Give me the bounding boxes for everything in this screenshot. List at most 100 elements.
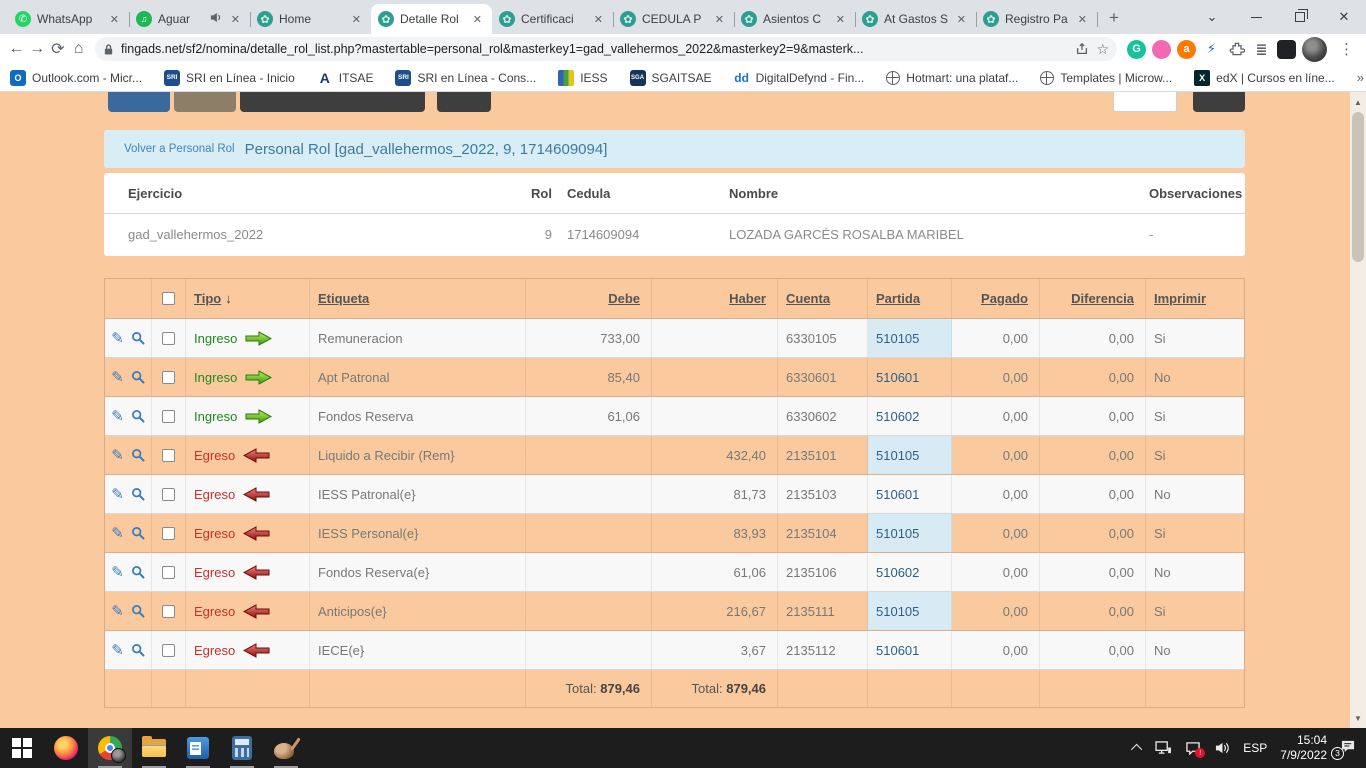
- profile-avatar[interactable]: [1302, 37, 1327, 62]
- tab-audio-icon[interactable]: [210, 10, 222, 28]
- tab-close-icon[interactable]: ✕: [107, 12, 122, 27]
- address-bar[interactable]: fingads.net/sf2/nomina/detalle_rol_list.…: [95, 37, 1117, 61]
- browser-tab-detalle-rol[interactable]: ✿Detalle Rol✕: [371, 4, 492, 34]
- forward-button[interactable]: →: [27, 37, 48, 62]
- dark-square-extension-icon[interactable]: [1277, 40, 1296, 59]
- view-magnifier-icon[interactable]: [131, 643, 145, 657]
- toolbar-dark-button[interactable]: [437, 92, 491, 112]
- view-magnifier-icon[interactable]: [131, 331, 145, 345]
- bookmark-itsae[interactable]: AITSAE: [317, 70, 374, 86]
- tab-search-chevron-icon[interactable]: ⌄: [1190, 0, 1234, 34]
- notification-icon[interactable]: 3: [1340, 739, 1356, 758]
- bookmark-iess[interactable]: IESS: [558, 70, 607, 86]
- taskbar-app-gimp[interactable]: [264, 728, 308, 768]
- reload-button[interactable]: ⟳: [48, 37, 69, 62]
- tab-close-icon[interactable]: ✕: [228, 12, 243, 27]
- bookmark-hotmart-una-plataf-[interactable]: Hotmart: una plataf...: [886, 71, 1018, 85]
- share-icon[interactable]: [1075, 42, 1089, 56]
- browser-tab-cedula-p[interactable]: ✿CEDULA P✕: [613, 4, 734, 34]
- sort-cuenta-link[interactable]: Cuenta: [786, 291, 830, 306]
- taskbar-app-file-explorer[interactable]: [132, 728, 176, 768]
- action-center-icon[interactable]: !: [1185, 741, 1201, 755]
- tab-close-icon[interactable]: ✕: [1075, 12, 1090, 27]
- browser-tab-at-gastos-s[interactable]: ✿At Gastos S✕: [855, 4, 976, 34]
- view-magnifier-icon[interactable]: [131, 370, 145, 384]
- edit-pencil-icon[interactable]: ✎: [111, 565, 124, 580]
- bookmark-sri-en-l-nea-inicio[interactable]: SRISRI en Línea - Inicio: [164, 70, 295, 86]
- back-button[interactable]: ←: [6, 37, 27, 62]
- scroll-up-arrow[interactable]: ▲: [1350, 94, 1366, 110]
- sort-diferencia-link[interactable]: Diferencia: [1071, 291, 1134, 306]
- bookmark-outlook-com-micr-[interactable]: OOutlook.com - Micr...: [10, 70, 142, 86]
- bookmark-digitaldefynd-fin-[interactable]: ddDigitalDefynd - Fin...: [734, 70, 865, 86]
- sort-partida-link[interactable]: Partida: [876, 291, 920, 306]
- language-indicator[interactable]: ESP: [1243, 741, 1267, 755]
- toolbar-dark-wide-button[interactable]: [240, 92, 425, 112]
- edit-pencil-icon[interactable]: ✎: [111, 487, 124, 502]
- avast-extension-icon[interactable]: a: [1177, 40, 1196, 59]
- bookmarks-overflow-icon[interactable]: »: [1357, 70, 1364, 85]
- taskbar-app-document-app[interactable]: [176, 728, 220, 768]
- browser-tab-certificaci[interactable]: ✿Certificaci✕: [492, 4, 613, 34]
- grammarly-extension-icon[interactable]: G: [1127, 40, 1146, 59]
- row-checkbox[interactable]: [162, 605, 175, 618]
- browser-tab-registro-pa[interactable]: ✿Registro Pa✕: [976, 4, 1097, 34]
- blue-extension-icon[interactable]: ⚡: [1202, 40, 1221, 59]
- edit-pencil-icon[interactable]: ✎: [111, 331, 124, 346]
- toolbar-tan-button[interactable]: [174, 92, 236, 112]
- tab-close-icon[interactable]: ✕: [954, 12, 969, 27]
- media-list-icon[interactable]: ≣: [1252, 40, 1271, 59]
- row-checkbox[interactable]: [162, 371, 175, 384]
- row-checkbox[interactable]: [162, 449, 175, 462]
- edit-pencil-icon[interactable]: ✎: [111, 370, 124, 385]
- view-magnifier-icon[interactable]: [131, 526, 145, 540]
- extensions-puzzle-icon[interactable]: [1227, 40, 1246, 59]
- row-checkbox[interactable]: [162, 332, 175, 345]
- rows-per-page-select[interactable]: [1113, 92, 1177, 112]
- sort-imprimir-link[interactable]: Imprimir: [1154, 291, 1206, 306]
- browser-tab-asientos-c[interactable]: ✿Asientos C✕: [734, 4, 855, 34]
- row-checkbox[interactable]: [162, 488, 175, 501]
- taskbar-app-firefox[interactable]: [44, 728, 88, 768]
- bookmark-templates-microw-[interactable]: Templates | Microw...: [1040, 71, 1172, 85]
- bookmark-star-icon[interactable]: ☆: [1096, 41, 1109, 58]
- row-checkbox[interactable]: [162, 527, 175, 540]
- home-button[interactable]: ⌂: [68, 37, 89, 62]
- taskbar-clock[interactable]: 15:04 7/9/2022: [1280, 733, 1327, 763]
- edit-pencil-icon[interactable]: ✎: [111, 526, 124, 541]
- tab-close-icon[interactable]: ✕: [833, 12, 848, 27]
- view-magnifier-icon[interactable]: [131, 487, 145, 501]
- tab-close-icon[interactable]: ✕: [349, 12, 364, 27]
- view-magnifier-icon[interactable]: [131, 448, 145, 462]
- tab-close-icon[interactable]: ✕: [470, 12, 485, 27]
- bookmark-sri-en-l-nea-cons-[interactable]: SRISRI en Línea - Cons...: [395, 70, 536, 86]
- view-magnifier-icon[interactable]: [131, 604, 145, 618]
- scroll-down-arrow[interactable]: ▼: [1350, 710, 1366, 726]
- view-magnifier-icon[interactable]: [131, 565, 145, 579]
- pink-extension-icon[interactable]: [1152, 40, 1171, 59]
- tab-close-icon[interactable]: ✕: [712, 12, 727, 27]
- edit-pencil-icon[interactable]: ✎: [111, 604, 124, 619]
- bookmark-sgaitsae[interactable]: SGASGAITSAE: [630, 70, 712, 86]
- close-button[interactable]: ✕: [1322, 0, 1366, 34]
- select-all-checkbox[interactable]: [162, 292, 175, 305]
- view-magnifier-icon[interactable]: [131, 409, 145, 423]
- bookmark-edx-cursos-en-l-ne-[interactable]: XedX | Cursos en líne...: [1194, 70, 1335, 86]
- browser-tab-home[interactable]: ✿Home✕: [250, 4, 371, 34]
- sort-etiqueta-link[interactable]: Etiqueta: [318, 291, 369, 306]
- back-to-personal-rol-link[interactable]: Volver a Personal Rol: [124, 143, 235, 155]
- toolbar-dark-right-button[interactable]: [1193, 92, 1245, 112]
- page-scrollbar[interactable]: ▲ ▼: [1350, 92, 1366, 728]
- edit-pencil-icon[interactable]: ✎: [111, 643, 124, 658]
- toolbar-blue-button[interactable]: [108, 92, 170, 112]
- sort-tipo-link[interactable]: Tipo: [194, 291, 221, 306]
- edit-pencil-icon[interactable]: ✎: [111, 409, 124, 424]
- scrollbar-thumb[interactable]: [1352, 112, 1364, 262]
- sort-debe-link[interactable]: Debe: [608, 291, 640, 306]
- edit-pencil-icon[interactable]: ✎: [111, 448, 124, 463]
- sort-haber-link[interactable]: Haber: [729, 291, 766, 306]
- network-icon[interactable]: [1155, 741, 1172, 755]
- url-text[interactable]: fingads.net/sf2/nomina/detalle_rol_list.…: [121, 42, 1068, 56]
- tray-chevron-icon[interactable]: [1134, 744, 1142, 752]
- new-tab-button[interactable]: +: [1101, 5, 1127, 31]
